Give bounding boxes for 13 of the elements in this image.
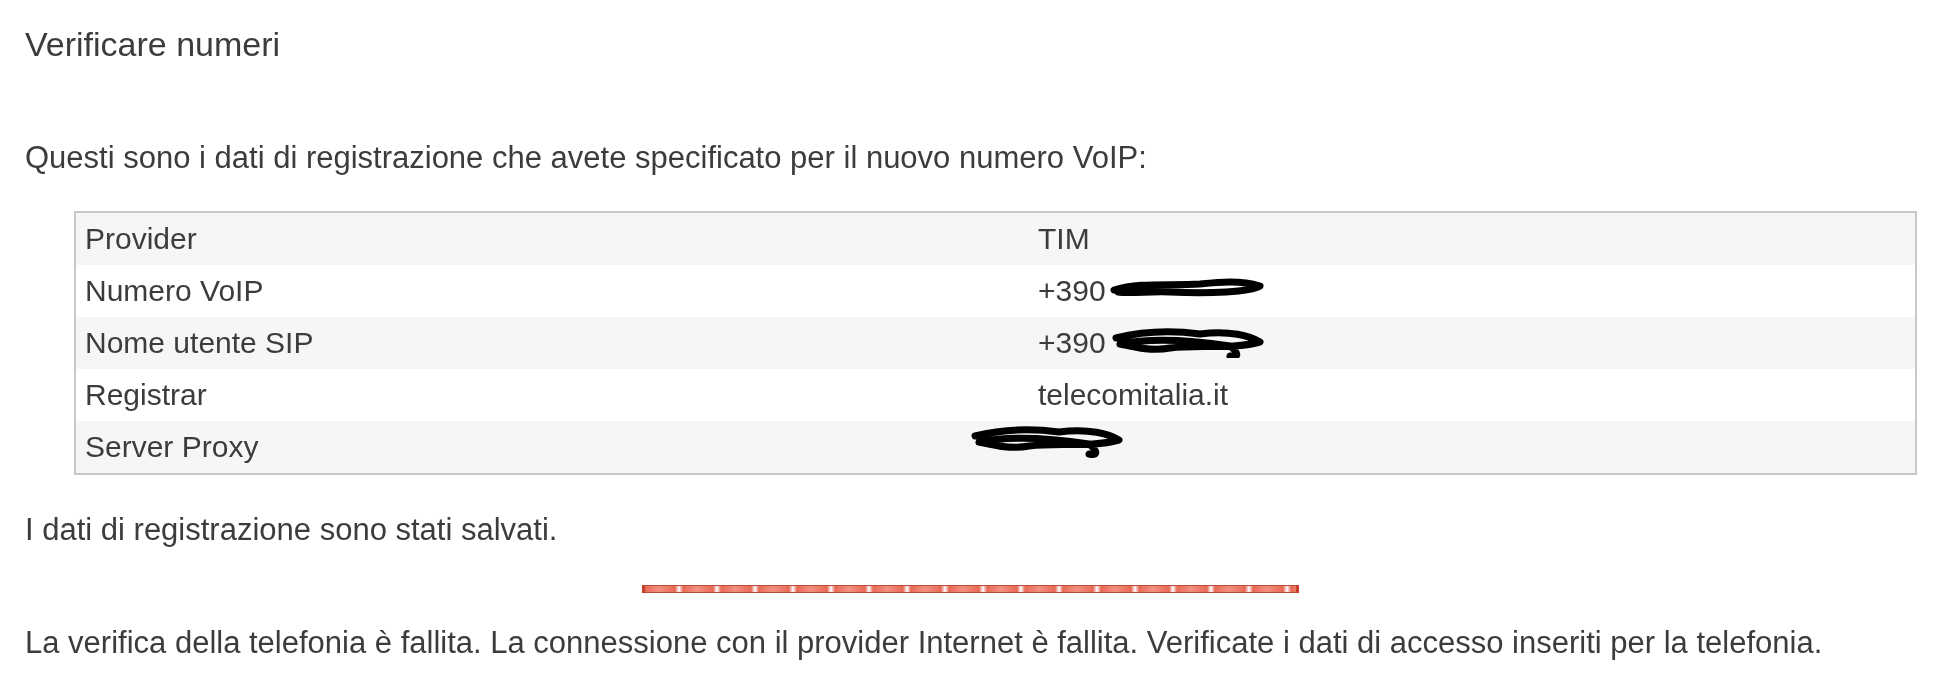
saved-message: I dati di registrazione sono stati salvati. bbox=[25, 512, 558, 548]
table-cell: telecomitalia.it bbox=[1038, 377, 1229, 413]
table-cell: +390 bbox=[1038, 325, 1106, 361]
error-message: La verifica della telefonia è fallita. La connessione con il provider Internet è fallita. Verificate i dati di accesso inseriti per la telefonia. bbox=[25, 625, 1823, 661]
table-cell: TIM bbox=[1038, 221, 1090, 257]
page-title: Verificare numeri bbox=[25, 24, 281, 64]
intro-text: Questi sono i dati di registrazione che avete specificato per il nuovo numero VoIP: bbox=[25, 140, 1147, 176]
table-cell-text: Numero VoIP bbox=[84, 273, 265, 309]
table-cell: +390 bbox=[1038, 273, 1106, 309]
table-cell-text: Registrar bbox=[84, 377, 208, 413]
table-cell-text: Server Proxy bbox=[84, 429, 260, 465]
table-cell-text: Provider bbox=[84, 221, 198, 257]
table-cell-text: Nome utente SIP bbox=[84, 325, 315, 361]
